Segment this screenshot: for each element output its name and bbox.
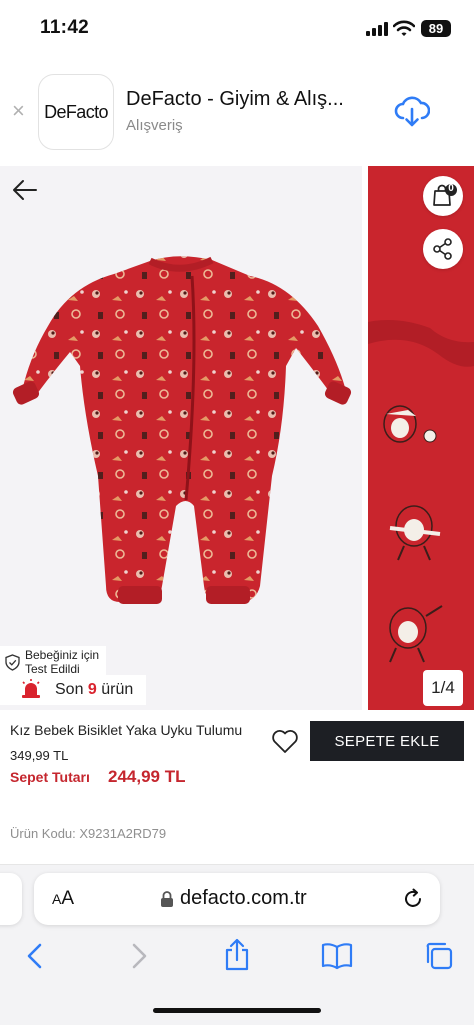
cart-total-price: 244,99 TL [108, 767, 186, 786]
penguin-motif-3 [389, 605, 443, 663]
cart-count-badge: 0 [448, 183, 454, 194]
aa-large: A [61, 888, 75, 909]
wifi-icon [393, 20, 415, 36]
back-arrow-icon[interactable] [12, 178, 38, 202]
shield-check-icon [5, 654, 20, 671]
product-price: 349,99 TL [10, 748, 69, 763]
app-category: Alışveriş [126, 117, 183, 134]
cart-total-label: Sepet Tutarı [10, 769, 90, 785]
share-nodes-icon [433, 238, 452, 260]
low-stock-text: Son 9 ürün [55, 681, 133, 699]
cart-button[interactable]: 0 [423, 176, 463, 216]
lock-icon [161, 891, 173, 907]
cellular-signal-icon [366, 22, 388, 36]
product-name: Kız Bebek Bisiklet Yaka Uyku Tulumu [10, 722, 243, 738]
cloud-download-icon[interactable] [394, 94, 430, 128]
app-logo: DeFacto [38, 74, 114, 150]
reload-icon[interactable] [402, 888, 424, 910]
app-name[interactable]: DeFacto - Giyim & Alış... [126, 88, 366, 111]
gallery-page-indicator: 1/4 [423, 670, 463, 706]
shopping-bag-icon [433, 184, 457, 206]
penguin-motif-2 [389, 505, 441, 561]
previous-tab-card[interactable] [0, 873, 22, 925]
stock-prefix: Son [55, 681, 84, 698]
product-image-main[interactable] [0, 166, 362, 710]
share-product-button[interactable] [423, 229, 463, 269]
romper-illustration [12, 256, 352, 604]
alarm-siren-icon [22, 679, 40, 698]
stock-suffix: ürün [101, 681, 134, 698]
app-logo-text: DeFacto [44, 101, 108, 122]
browser-back-icon[interactable] [24, 941, 48, 971]
banner-close-icon[interactable]: × [12, 100, 25, 122]
browser-share-icon[interactable] [223, 938, 251, 972]
add-to-cart-button[interactable]: SEPETE EKLE [310, 721, 464, 761]
bookmarks-icon[interactable] [320, 941, 354, 971]
url-text[interactable]: defacto.com.tr [180, 887, 307, 910]
tabs-overview-icon[interactable] [424, 941, 454, 971]
penguin-motif-1 [383, 405, 437, 443]
status-time: 11:42 [40, 17, 90, 38]
page-settings-button[interactable]: AA [52, 888, 74, 910]
browser-forward-icon[interactable] [128, 941, 152, 971]
battery-indicator: 89 [421, 20, 451, 37]
product-code: Ürün Kodu: X9231A2RD79 [10, 826, 167, 841]
aa-small: A [52, 891, 62, 907]
home-indicator [153, 1008, 321, 1013]
tested-badge-text: Bebeğiniz için Test Edildi [25, 648, 100, 676]
heart-icon[interactable] [271, 728, 299, 754]
stock-count: 9 [87, 681, 97, 698]
